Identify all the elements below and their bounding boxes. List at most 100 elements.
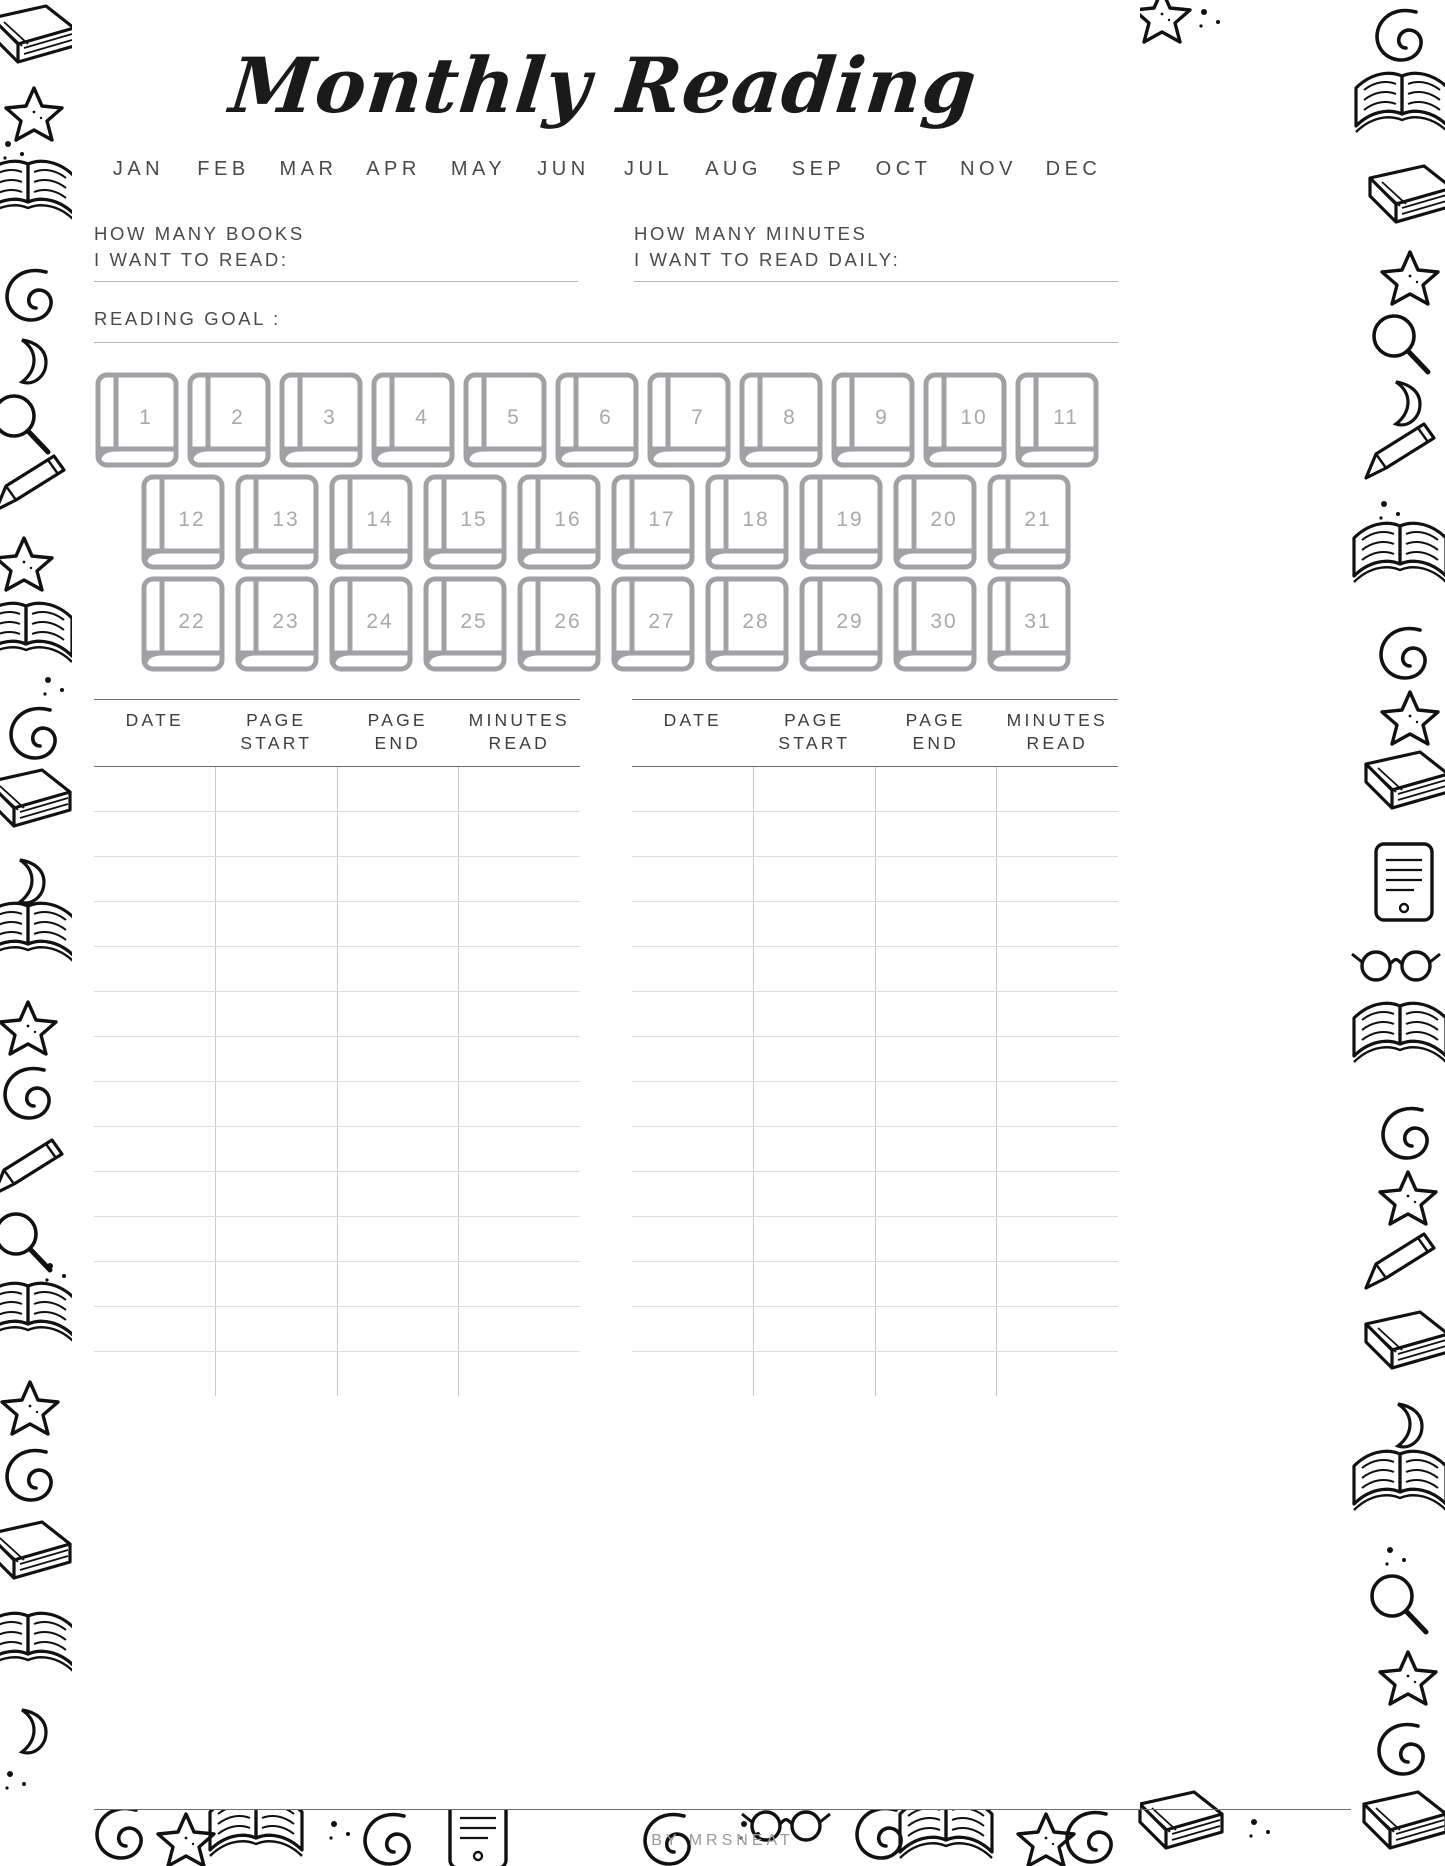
cell-minutes-read[interactable]	[458, 1081, 580, 1127]
cell-date[interactable]	[632, 811, 754, 857]
cell-date[interactable]	[632, 1216, 754, 1262]
cell-page-end[interactable]	[875, 811, 997, 857]
book-checkbox-18[interactable]: 18	[704, 473, 790, 571]
book-checkbox-25[interactable]: 25	[422, 575, 508, 673]
cell-minutes-read[interactable]	[458, 1171, 580, 1217]
cell-page-end[interactable]	[875, 901, 997, 947]
book-checkbox-1[interactable]: 1	[94, 371, 180, 469]
cell-date[interactable]	[94, 1036, 216, 1082]
cell-page-end[interactable]	[875, 1216, 997, 1262]
cell-minutes-read[interactable]	[996, 1081, 1118, 1127]
book-checkbox-28[interactable]: 28	[704, 575, 790, 673]
cell-minutes-read[interactable]	[997, 1351, 1119, 1396]
cell-page-start[interactable]	[215, 991, 338, 1037]
cell-minutes-read[interactable]	[458, 1126, 580, 1172]
cell-minutes-read[interactable]	[996, 991, 1118, 1037]
cell-page-start[interactable]	[215, 901, 338, 947]
book-checkbox-23[interactable]: 23	[234, 575, 320, 673]
cell-minutes-read[interactable]	[458, 1306, 580, 1352]
cell-page-end[interactable]	[875, 1171, 997, 1217]
book-checkbox-5[interactable]: 5	[462, 371, 548, 469]
cell-minutes-read[interactable]	[996, 766, 1118, 812]
month-may[interactable]: MAY	[436, 158, 521, 181]
cell-date[interactable]	[94, 946, 216, 992]
cell-page-end[interactable]	[337, 946, 459, 992]
cell-page-start[interactable]	[215, 856, 338, 902]
book-checkbox-22[interactable]: 22	[140, 575, 226, 673]
book-checkbox-27[interactable]: 27	[610, 575, 696, 673]
month-sep[interactable]: SEP	[776, 158, 861, 181]
cell-minutes-read[interactable]	[996, 901, 1118, 947]
cell-date[interactable]	[94, 1261, 216, 1307]
cell-minutes-read[interactable]	[458, 901, 580, 947]
cell-page-start[interactable]	[753, 1081, 876, 1127]
book-checkbox-20[interactable]: 20	[892, 473, 978, 571]
cell-page-start[interactable]	[215, 1126, 338, 1172]
book-checkbox-8[interactable]: 8	[738, 371, 824, 469]
cell-date[interactable]	[94, 1126, 216, 1172]
cell-minutes-read[interactable]	[996, 856, 1118, 902]
cell-minutes-read[interactable]	[996, 811, 1118, 857]
cell-page-start[interactable]	[753, 1261, 876, 1307]
book-checkbox-24[interactable]: 24	[328, 575, 414, 673]
cell-page-end[interactable]	[875, 1351, 997, 1397]
cell-page-end[interactable]	[337, 856, 459, 902]
cell-page-start[interactable]	[215, 946, 338, 992]
cell-page-start[interactable]	[753, 1171, 876, 1217]
cell-page-start[interactable]	[753, 1036, 876, 1082]
cell-page-end[interactable]	[875, 991, 997, 1037]
month-jun[interactable]: JUN	[521, 158, 606, 181]
cell-minutes-read[interactable]	[458, 1261, 580, 1307]
book-checkbox-12[interactable]: 12	[140, 473, 226, 571]
cell-minutes-read[interactable]	[996, 1036, 1118, 1082]
cell-page-start[interactable]	[215, 811, 338, 857]
cell-date[interactable]	[94, 1171, 216, 1217]
cell-minutes-read[interactable]	[458, 1216, 580, 1262]
book-checkbox-31[interactable]: 31	[986, 575, 1072, 673]
cell-page-end[interactable]	[875, 1306, 997, 1352]
cell-date[interactable]	[632, 766, 754, 812]
cell-page-end[interactable]	[875, 856, 997, 902]
cell-page-start[interactable]	[753, 811, 876, 857]
cell-page-start[interactable]	[215, 1036, 338, 1082]
cell-page-start[interactable]	[215, 1171, 338, 1217]
cell-date[interactable]	[632, 1126, 754, 1172]
cell-page-start[interactable]	[215, 1351, 338, 1397]
cell-page-end[interactable]	[337, 901, 459, 947]
cell-date[interactable]	[632, 1081, 754, 1127]
cell-page-end[interactable]	[875, 1126, 997, 1172]
cell-page-start[interactable]	[215, 1261, 338, 1307]
month-jan[interactable]: JAN	[96, 158, 181, 181]
cell-minutes-read[interactable]	[996, 1171, 1118, 1217]
cell-date[interactable]	[632, 946, 754, 992]
cell-page-end[interactable]	[337, 1261, 459, 1307]
cell-minutes-read[interactable]	[458, 811, 580, 857]
cell-date[interactable]	[94, 811, 216, 857]
cell-date[interactable]	[94, 1351, 216, 1397]
cell-page-end[interactable]	[875, 1036, 997, 1082]
cell-minutes-read[interactable]	[996, 1126, 1118, 1172]
cell-page-end[interactable]	[875, 1081, 997, 1127]
book-checkbox-4[interactable]: 4	[370, 371, 456, 469]
book-checkbox-3[interactable]: 3	[278, 371, 364, 469]
book-checkbox-11[interactable]: 11	[1014, 371, 1100, 469]
cell-page-start[interactable]	[753, 991, 876, 1037]
cell-page-end[interactable]	[337, 991, 459, 1037]
month-mar[interactable]: MAR	[266, 158, 351, 181]
cell-date[interactable]	[94, 856, 216, 902]
month-apr[interactable]: APR	[351, 158, 436, 181]
cell-date[interactable]	[632, 1036, 754, 1082]
cell-date[interactable]	[94, 991, 216, 1037]
cell-date[interactable]	[94, 1216, 216, 1262]
cell-page-end[interactable]	[337, 1081, 459, 1127]
cell-page-start[interactable]	[753, 901, 876, 947]
cell-date[interactable]	[94, 766, 216, 812]
cell-page-end[interactable]	[337, 1351, 459, 1397]
cell-page-start[interactable]	[753, 1351, 876, 1397]
cell-minutes-read[interactable]	[996, 1261, 1118, 1307]
cell-page-start[interactable]	[753, 856, 876, 902]
minutes-goal-input-line[interactable]	[634, 281, 1118, 283]
reading-goal-input-line[interactable]	[94, 341, 1118, 343]
cell-date[interactable]	[632, 1306, 754, 1352]
month-dec[interactable]: DEC	[1031, 158, 1116, 181]
